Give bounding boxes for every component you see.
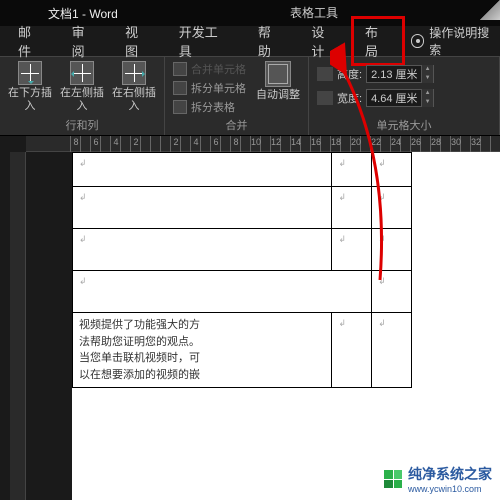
insert-left-icon xyxy=(70,61,94,85)
vertical-ruler[interactable] xyxy=(10,152,26,500)
group-merge: 合并单元格 拆分单元格 拆分表格 自动调整 合并 xyxy=(165,57,309,135)
paragraph-line: 当您单击联机视频时，可 xyxy=(79,350,325,367)
group-label-rows-cols: 行和列 xyxy=(8,115,156,133)
insert-below-button[interactable]: 在下方插入 xyxy=(8,61,52,113)
watermark-text: 纯净系统之家 xyxy=(408,464,492,484)
paragraph-line: 法帮助您证明您的观点。 xyxy=(79,334,325,351)
page-corner-fold xyxy=(480,0,500,20)
split-cells-icon xyxy=(173,81,187,95)
insert-left-button[interactable]: 在左侧插入 xyxy=(60,61,104,113)
context-tab-label: 表格工具 xyxy=(290,4,338,21)
table-cell: ↲ xyxy=(73,271,372,313)
table-cell: 视频提供了功能强大的方 法帮助您证明您的观点。 当您单击联机视频时，可 以在想要… xyxy=(73,313,332,388)
watermark-logo-icon xyxy=(384,470,402,488)
table-cell: ↲ xyxy=(332,313,372,388)
insert-right-button[interactable]: 在右侧插入 xyxy=(112,61,156,113)
annotation-arrow xyxy=(330,30,450,290)
autofit-icon xyxy=(265,61,291,87)
split-table-button[interactable]: 拆分表格 xyxy=(173,99,246,115)
split-cells-button[interactable]: 拆分单元格 xyxy=(173,80,246,96)
watermark-url: www.ycwin10.com xyxy=(408,484,492,494)
table-cell: ↲ xyxy=(73,229,332,271)
autofit-button[interactable]: 自动调整 xyxy=(256,61,300,115)
merge-cells-button: 合并单元格 xyxy=(173,61,246,77)
table-cell: ↲ xyxy=(73,153,332,187)
group-rows-cols: 在下方插入 在左侧插入 在右侧插入 行和列 xyxy=(0,57,165,135)
paragraph-line: 视频提供了功能强大的方 xyxy=(79,317,325,334)
split-table-icon xyxy=(173,100,187,114)
watermark: 纯净系统之家 www.ycwin10.com xyxy=(384,464,492,494)
group-label-merge: 合并 xyxy=(173,115,300,133)
merge-cells-icon xyxy=(173,62,187,76)
insert-right-icon xyxy=(122,61,146,85)
paragraph-line: 以在想要添加的视频的嵌 xyxy=(79,367,325,384)
table-cell: ↲ xyxy=(73,187,332,229)
table-cell: ↲ xyxy=(372,313,412,388)
insert-below-icon xyxy=(18,61,42,85)
